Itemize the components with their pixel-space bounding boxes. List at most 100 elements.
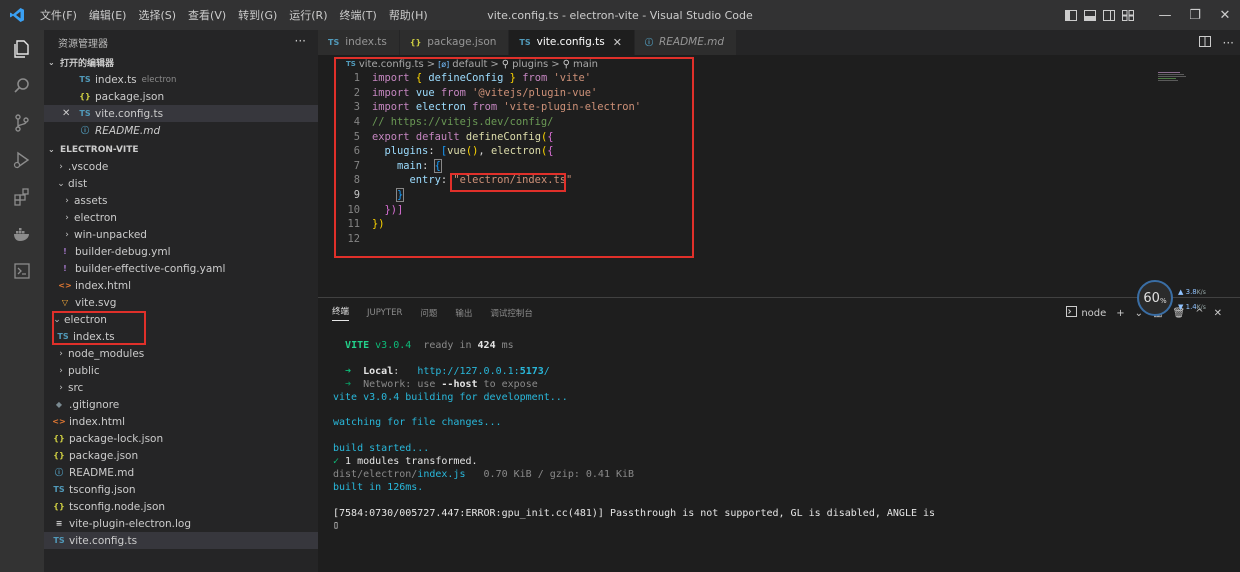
open-editors-header[interactable]: ⌄ 打开的编辑器 — [44, 54, 318, 71]
menu-run[interactable]: 运行(R) — [283, 7, 333, 23]
menu-go[interactable]: 转到(G) — [232, 7, 283, 23]
minimize-button[interactable]: — — [1150, 0, 1180, 30]
open-editors-label: 打开的编辑器 — [60, 59, 115, 69]
tab-package-json[interactable]: {} package.json — [399, 30, 510, 55]
tree-file[interactable]: ▽ vite.svg — [44, 294, 318, 311]
remote-terminal-icon[interactable] — [0, 252, 44, 289]
tree-file[interactable]: {} package.json — [44, 447, 318, 464]
run-debug-icon[interactable] — [0, 141, 44, 178]
project-header[interactable]: ⌄ ELECTRON-VITE — [44, 141, 318, 158]
readme-info-icon: ⓘ — [644, 38, 653, 47]
tab-vite-config-ts[interactable]: TS vite.config.ts ✕ — [509, 30, 635, 55]
menu-help[interactable]: 帮助(H) — [383, 7, 434, 23]
extensions-icon[interactable] — [0, 178, 44, 215]
tree-file[interactable]: ≡ vite-plugin-electron.log — [44, 515, 318, 532]
terminal-output[interactable]: VITE v3.0.4 ready in 424 ms ➜ Local: htt… — [333, 340, 935, 533]
terminal-cursor: ▯ — [333, 520, 340, 532]
new-terminal-icon[interactable]: + — [1116, 308, 1124, 319]
typescript-file-icon: TS — [79, 109, 91, 118]
tree-folder[interactable]: › electron — [44, 209, 318, 226]
menu-bar: 文件(F) 编辑(E) 选择(S) 查看(V) 转到(G) 运行(R) 终端(T… — [34, 7, 434, 23]
tree-file[interactable]: <> index.html — [44, 413, 318, 430]
menu-terminal[interactable]: 终端(T) — [334, 7, 383, 23]
terminal-line: dist/electron/index.js 0.70 KiB / gzip: … — [333, 468, 635, 480]
menu-edit[interactable]: 编辑(E) — [83, 7, 133, 23]
tab-output[interactable]: 输出 — [455, 307, 472, 319]
close-panel-icon[interactable]: ✕ — [1214, 308, 1222, 319]
terminal-line: ✓ 1 modules transformed. — [333, 456, 478, 468]
tree-folder[interactable]: › .vscode — [44, 158, 318, 175]
open-editor-label: index.ts — [95, 73, 137, 86]
tree-label: win-unpacked — [74, 228, 147, 241]
tree-label: index.html — [75, 279, 131, 292]
more-actions-icon[interactable]: ··· — [295, 34, 306, 48]
typescript-file-icon: TS — [328, 38, 340, 47]
search-icon[interactable] — [0, 67, 44, 104]
tree-folder[interactable]: ⌄ dist — [44, 175, 318, 192]
close-editor-icon[interactable]: ✕ — [62, 108, 78, 119]
tab-readme-md[interactable]: ⓘ README.md — [634, 30, 738, 55]
tree-file[interactable]: {} tsconfig.node.json — [44, 498, 318, 515]
split-editor-icon[interactable] — [1198, 35, 1211, 50]
explorer-icon[interactable] — [0, 30, 44, 67]
tree-label: .vscode — [68, 160, 109, 173]
explorer-title: 资源管理器 ··· — [44, 30, 318, 54]
tab-label: package.json — [427, 36, 497, 49]
tree-file[interactable]: {} package-lock.json — [44, 430, 318, 447]
open-editor-item[interactable]: TS index.ts electron — [44, 71, 318, 88]
highlight-box-code — [334, 57, 694, 258]
more-actions-icon[interactable]: ··· — [1223, 36, 1234, 50]
tree-file[interactable]: ⓘ README.md — [44, 464, 318, 481]
tree-file[interactable]: TS tsconfig.json — [44, 481, 318, 498]
open-editor-item-active[interactable]: ✕ TS vite.config.ts — [44, 105, 318, 122]
tree-folder[interactable]: › win-unpacked — [44, 226, 318, 243]
tree-label: builder-effective-config.yaml — [75, 262, 226, 275]
open-editor-item[interactable]: {} package.json — [44, 88, 318, 105]
toggle-sidebar-layout-icon[interactable] — [1063, 0, 1079, 30]
menu-selection[interactable]: 选择(S) — [132, 7, 182, 23]
highlight-box-entry — [450, 173, 566, 192]
tab-label: index.ts — [345, 36, 387, 49]
tab-jupyter[interactable]: JUPYTER — [367, 308, 402, 318]
terminal-shell-name[interactable]: node — [1081, 308, 1106, 319]
menu-view[interactable]: 查看(V) — [182, 7, 232, 23]
tab-problems[interactable]: 问题 — [420, 307, 437, 319]
tab-debug-console[interactable]: 调试控制台 — [490, 307, 533, 319]
tree-file[interactable]: <> index.html — [44, 277, 318, 294]
close-tab-icon[interactable]: ✕ — [613, 36, 622, 49]
docker-icon[interactable] — [0, 215, 44, 252]
tab-label: vite.config.ts — [536, 36, 605, 49]
activity-bar — [0, 30, 44, 572]
html-file-icon: <> — [58, 281, 72, 290]
close-window-button[interactable]: ✕ — [1210, 0, 1240, 30]
open-editor-item[interactable]: ⓘ README.md — [44, 122, 318, 139]
tree-label: electron — [74, 211, 117, 224]
toggle-panel-layout-icon[interactable] — [1082, 0, 1098, 30]
tree-folder[interactable]: › node_modules — [44, 345, 318, 362]
toggle-secondary-sidebar-icon[interactable] — [1101, 0, 1117, 30]
tree-file[interactable]: ! builder-debug.yml — [44, 243, 318, 260]
readme-info-icon: ⓘ — [55, 468, 63, 477]
tab-index-ts[interactable]: TS index.ts — [318, 30, 400, 55]
minimap[interactable] — [1158, 72, 1188, 82]
terminal-line: VITE v3.0.4 ready in 424 ms — [345, 340, 514, 351]
tab-terminal[interactable]: 终端 — [332, 305, 350, 321]
tree-folder[interactable]: › assets — [44, 192, 318, 209]
readme-info-icon: ⓘ — [81, 126, 89, 135]
fps-meter-widget: 60% — [1137, 280, 1173, 316]
json-file-icon: {} — [53, 451, 65, 460]
typescript-file-icon: TS — [519, 38, 531, 47]
tree-folder[interactable]: › public — [44, 362, 318, 379]
tree-folder[interactable]: › src — [44, 379, 318, 396]
chevron-down-icon: ⌄ — [48, 145, 55, 154]
source-control-icon[interactable] — [0, 104, 44, 141]
tree-file[interactable]: ! builder-effective-config.yaml — [44, 260, 318, 277]
restore-button[interactable]: ❐ — [1180, 0, 1210, 30]
chevron-right-icon: › — [59, 161, 63, 172]
window-controls: — ❐ ✕ — [1060, 0, 1240, 30]
tree-file[interactable]: ◆ .gitignore — [44, 396, 318, 413]
menu-file[interactable]: 文件(F) — [34, 7, 83, 23]
typescript-file-icon: TS — [53, 536, 65, 545]
tree-file-selected[interactable]: TS vite.config.ts — [44, 532, 318, 549]
customize-layout-icon[interactable] — [1120, 0, 1136, 30]
